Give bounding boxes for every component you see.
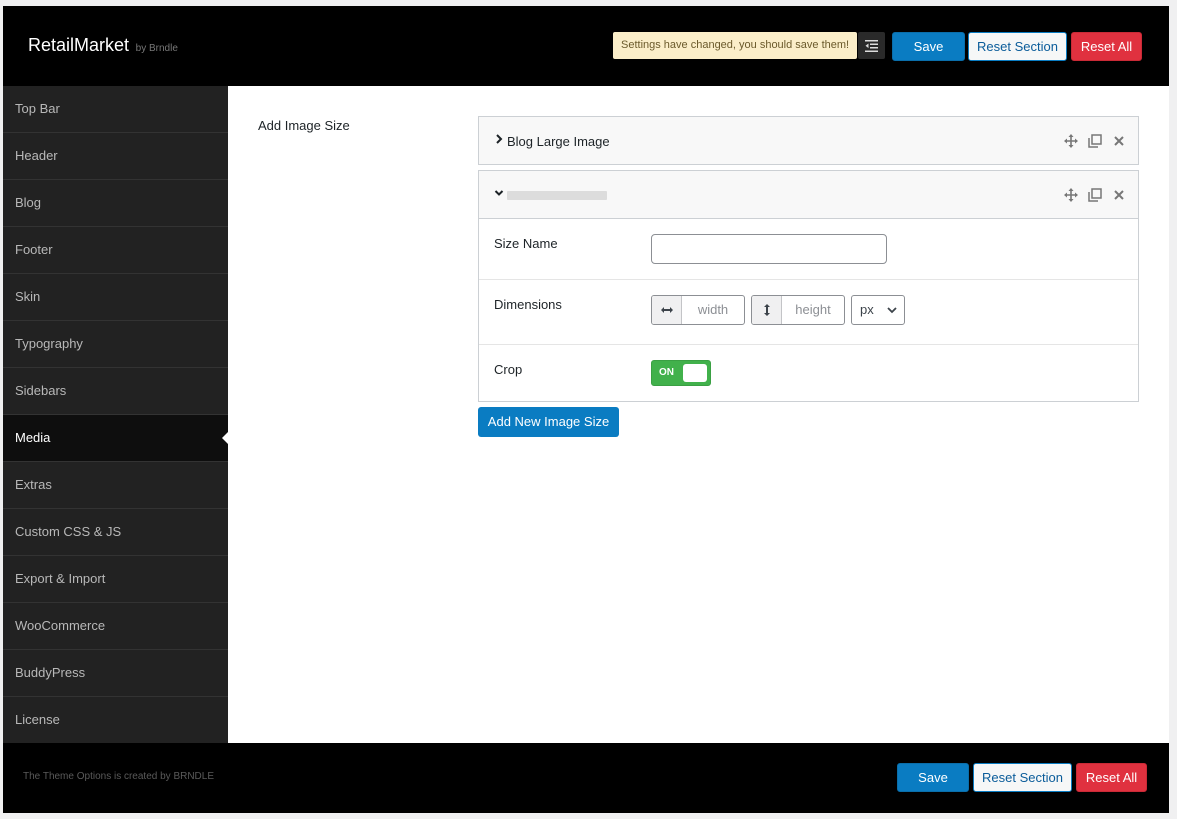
- sidebar-item-custom-css-js[interactable]: Custom CSS & JS: [3, 509, 228, 556]
- sidebar-item-sidebars[interactable]: Sidebars: [3, 368, 228, 415]
- size-name-row: Size Name: [479, 219, 1138, 280]
- group-actions: [1063, 133, 1126, 148]
- unit-value: px: [860, 302, 874, 317]
- expand-options-button[interactable]: [858, 32, 885, 59]
- width-placeholder: width: [697, 302, 729, 317]
- unsaved-changes-notice: Settings have changed, you should save t…: [613, 32, 858, 59]
- theme-options-panel: RetailMarket by Brndle Settings have cha…: [3, 6, 1169, 813]
- crop-toggle[interactable]: ON: [651, 360, 711, 386]
- save-button[interactable]: Save: [892, 32, 965, 61]
- chevron-right-icon: [496, 134, 503, 144]
- chevron-down-icon: [494, 190, 504, 196]
- sidebar-item-top-bar[interactable]: Top Bar: [3, 86, 228, 133]
- group-title: Blog Large Image: [507, 134, 610, 149]
- sidebar-item-export-import[interactable]: Export & Import: [3, 556, 228, 603]
- height-placeholder: height: [795, 302, 831, 317]
- duplicate-icon[interactable]: [1087, 187, 1102, 202]
- sidebar-item-license[interactable]: License: [3, 697, 228, 744]
- footer-bar: The Theme Options is created by BRNDLE S…: [3, 743, 1169, 813]
- sidebar-item-footer[interactable]: Footer: [3, 227, 228, 274]
- main-content: Add Image Size Blog Large Image Size Nam…: [228, 86, 1169, 743]
- dimensions-label: Dimensions: [494, 297, 562, 312]
- group-actions: [1063, 187, 1126, 202]
- brand: RetailMarket by Brndle: [28, 35, 178, 56]
- top-header: RetailMarket by Brndle Settings have cha…: [3, 6, 1169, 86]
- sidebar-item-header[interactable]: Header: [3, 133, 228, 180]
- duplicate-icon[interactable]: [1087, 133, 1102, 148]
- brand-byline: by Brndle: [135, 43, 178, 54]
- sidebar-item-extras[interactable]: Extras: [3, 462, 228, 509]
- add-new-image-size-button[interactable]: Add New Image Size: [478, 407, 619, 437]
- image-size-group-new: Size Name Dimensions width height px Cro…: [478, 170, 1139, 402]
- sidebar-item-blog[interactable]: Blog: [3, 180, 228, 227]
- group-header[interactable]: Blog Large Image: [479, 117, 1138, 164]
- crop-row: Crop ON: [479, 345, 1138, 401]
- sidebar-item-skin[interactable]: Skin: [3, 274, 228, 321]
- field-title: Add Image Size: [258, 118, 350, 133]
- sidebar-nav: Top Bar Header Blog Footer Skin Typograp…: [3, 86, 228, 743]
- sidebar-item-buddypress[interactable]: BuddyPress: [3, 650, 228, 697]
- sidebar-item-woocommerce[interactable]: WooCommerce: [3, 603, 228, 650]
- close-icon[interactable]: [1111, 187, 1126, 202]
- sidebar-item-typography[interactable]: Typography: [3, 321, 228, 368]
- dimensions-row: Dimensions width height px: [479, 280, 1138, 345]
- chevron-down-icon: [887, 307, 897, 314]
- toggle-knob: [683, 364, 707, 382]
- move-icon[interactable]: [1063, 187, 1078, 202]
- group-title-placeholder: [507, 191, 607, 200]
- height-arrow-icon: [752, 296, 782, 324]
- reset-section-button[interactable]: Reset Section: [968, 32, 1067, 61]
- size-name-input[interactable]: [651, 234, 887, 264]
- reset-all-button[interactable]: Reset All: [1071, 32, 1142, 61]
- footer-save-button[interactable]: Save: [897, 763, 969, 792]
- width-arrow-icon: [652, 296, 682, 324]
- footer-credit: The Theme Options is created by BRNDLE: [23, 771, 215, 782]
- footer-reset-section-button[interactable]: Reset Section: [973, 763, 1072, 792]
- move-icon[interactable]: [1063, 133, 1078, 148]
- size-name-label: Size Name: [494, 236, 558, 251]
- image-size-group-blog-large: Blog Large Image: [478, 116, 1139, 165]
- crop-label: Crop: [494, 362, 523, 377]
- expand-menu-icon: [865, 39, 878, 52]
- unit-select[interactable]: px: [851, 295, 905, 325]
- brand-name: RetailMarket: [28, 35, 130, 55]
- close-icon[interactable]: [1111, 133, 1126, 148]
- sidebar-item-media[interactable]: Media: [3, 415, 228, 462]
- group-header[interactable]: [479, 171, 1138, 218]
- width-input[interactable]: width: [651, 295, 745, 325]
- toggle-state: ON: [659, 367, 674, 378]
- group-body: Size Name Dimensions width height px Cro…: [479, 218, 1138, 401]
- height-input[interactable]: height: [751, 295, 845, 325]
- footer-reset-all-button[interactable]: Reset All: [1076, 763, 1147, 792]
